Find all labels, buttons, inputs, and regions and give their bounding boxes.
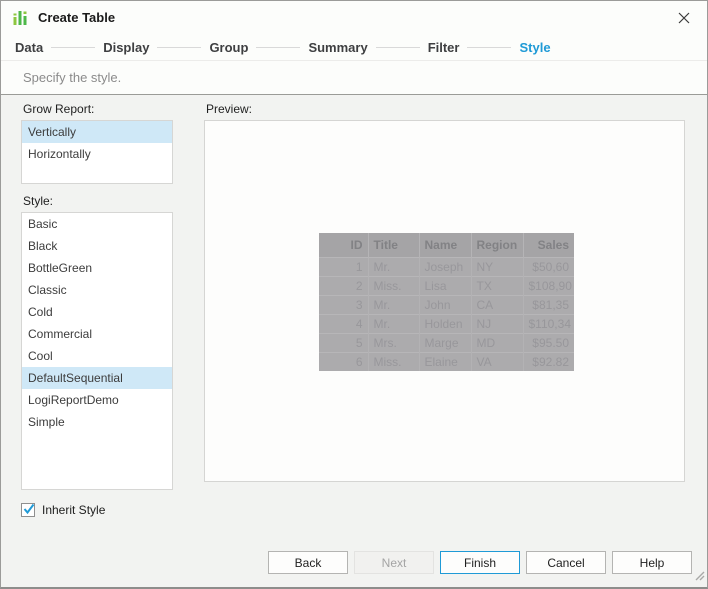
column-header-sales: Sales bbox=[523, 233, 574, 257]
close-icon[interactable] bbox=[671, 5, 697, 31]
table-cell: $110,34 bbox=[523, 313, 574, 333]
next-button: Next bbox=[354, 551, 434, 574]
style-option-commercial[interactable]: Commercial bbox=[22, 323, 172, 345]
style-option-simple[interactable]: Simple bbox=[22, 411, 172, 433]
equalizer-bars-icon bbox=[13, 8, 29, 27]
table-cell: Joseph bbox=[419, 256, 472, 276]
table-cell: 1 bbox=[319, 256, 369, 276]
wizard-steps: Data Display Group Summary Filter Style bbox=[1, 34, 707, 61]
table-cell: MD bbox=[471, 332, 524, 352]
grow-option-vertically[interactable]: Vertically bbox=[22, 121, 172, 143]
table-cell: 6 bbox=[319, 351, 369, 371]
inherit-style-row: Inherit Style bbox=[21, 503, 173, 517]
style-option-cold[interactable]: Cold bbox=[22, 301, 172, 323]
wizard-step-filter[interactable]: Filter bbox=[428, 40, 460, 55]
table-cell: Mr. bbox=[368, 313, 420, 333]
step-connector bbox=[256, 46, 301, 48]
wizard-step-display[interactable]: Display bbox=[103, 40, 149, 55]
style-option-classic[interactable]: Classic bbox=[22, 279, 172, 301]
table-cell: Miss. bbox=[368, 351, 420, 371]
options-column: Grow Report: Vertically Horizontally Styl… bbox=[21, 102, 173, 587]
style-option-black[interactable]: Black bbox=[22, 235, 172, 257]
table-cell: Holden bbox=[419, 313, 472, 333]
style-option-logireportdemo[interactable]: LogiReportDemo bbox=[22, 389, 172, 411]
column-header-title: Title bbox=[368, 233, 420, 257]
wizard-step-summary[interactable]: Summary bbox=[308, 40, 367, 55]
column-header-name: Name bbox=[419, 233, 472, 257]
grow-report-list: Vertically Horizontally bbox=[21, 120, 173, 184]
table-cell: $108,90 bbox=[523, 275, 574, 295]
style-option-defaultsequential[interactable]: DefaultSequential bbox=[22, 367, 172, 389]
back-button[interactable]: Back bbox=[268, 551, 348, 574]
dialog-title: Create Table bbox=[38, 10, 116, 25]
wizard-subtitle: Specify the style. bbox=[1, 61, 707, 95]
table-cell: Miss. bbox=[368, 275, 420, 295]
table-row: 6 Miss. Elaine VA $92.82 bbox=[319, 351, 574, 371]
table-row: 4 Mr. Holden NJ $110,34 bbox=[319, 313, 574, 333]
table-cell: $92.82 bbox=[523, 351, 574, 371]
help-button[interactable]: Help bbox=[612, 551, 692, 574]
style-option-bottlegreen[interactable]: BottleGreen bbox=[22, 257, 172, 279]
inherit-style-checkbox[interactable] bbox=[21, 503, 35, 517]
table-cell: Mr. bbox=[368, 294, 420, 314]
grow-option-horizontally[interactable]: Horizontally bbox=[22, 143, 172, 165]
preview-table-header-row: ID Title Name Region Sales bbox=[319, 233, 574, 257]
style-option-basic[interactable]: Basic bbox=[22, 213, 172, 235]
table-cell: 5 bbox=[319, 332, 369, 352]
table-cell: CA bbox=[471, 294, 524, 314]
table-cell: Lisa bbox=[419, 275, 472, 295]
dialog-body: Grow Report: Vertically Horizontally Styl… bbox=[1, 95, 707, 587]
table-row: 2 Miss. Lisa TX $108,90 bbox=[319, 275, 574, 295]
table-cell: Mrs. bbox=[368, 332, 420, 352]
table-cell: $81,35 bbox=[523, 294, 574, 314]
table-cell: Marge bbox=[419, 332, 472, 352]
table-cell: 4 bbox=[319, 313, 369, 333]
table-cell: $50,60 bbox=[523, 256, 574, 276]
step-connector bbox=[375, 46, 420, 48]
style-list: Basic Black BottleGreen Classic Cold Commerci… bbox=[21, 212, 173, 490]
step-connector bbox=[51, 46, 96, 48]
preview-column: Preview: ID Title Name Region Sales 1 Mr. Josep… bbox=[204, 102, 685, 587]
table-cell: $95.50 bbox=[523, 332, 574, 352]
table-cell: John bbox=[419, 294, 472, 314]
table-cell: VA bbox=[471, 351, 524, 371]
preview-table: ID Title Name Region Sales 1 Mr. Joseph NY $50,60… bbox=[319, 233, 574, 371]
table-cell: 2 bbox=[319, 275, 369, 295]
grow-report-label: Grow Report: bbox=[23, 102, 95, 116]
table-row: 1 Mr. Joseph NY $50,60 bbox=[319, 256, 574, 276]
resize-grip-icon[interactable] bbox=[693, 568, 705, 586]
table-cell: NY bbox=[471, 256, 524, 276]
preview-label: Preview: bbox=[206, 102, 253, 116]
finish-button[interactable]: Finish bbox=[440, 551, 520, 574]
table-cell: NJ bbox=[471, 313, 524, 333]
style-option-cool[interactable]: Cool bbox=[22, 345, 172, 367]
step-connector bbox=[467, 46, 512, 48]
style-label: Style: bbox=[23, 194, 54, 208]
wizard-step-data[interactable]: Data bbox=[15, 40, 43, 55]
title-bar: Create Table bbox=[1, 1, 707, 34]
table-row: 3 Mr. John CA $81,35 bbox=[319, 294, 574, 314]
step-connector bbox=[157, 46, 202, 48]
inherit-style-label: Inherit Style bbox=[42, 503, 106, 517]
table-cell: 3 bbox=[319, 294, 369, 314]
preview-area: ID Title Name Region Sales 1 Mr. Joseph NY $50,60… bbox=[204, 120, 685, 482]
table-cell: Elaine bbox=[419, 351, 472, 371]
table-cell: Mr. bbox=[368, 256, 420, 276]
table-row: 5 Mrs. Marge MD $95.50 bbox=[319, 332, 574, 352]
table-cell: TX bbox=[471, 275, 524, 295]
wizard-step-group[interactable]: Group bbox=[209, 40, 248, 55]
wizard-step-style[interactable]: Style bbox=[519, 40, 550, 55]
cancel-button[interactable]: Cancel bbox=[526, 551, 606, 574]
button-bar: Back Next Finish Cancel Help bbox=[268, 551, 692, 574]
column-header-id: ID bbox=[319, 233, 369, 257]
create-table-dialog: Create Table Data Display Group Summary Filt… bbox=[0, 0, 708, 589]
column-header-region: Region bbox=[471, 233, 524, 257]
